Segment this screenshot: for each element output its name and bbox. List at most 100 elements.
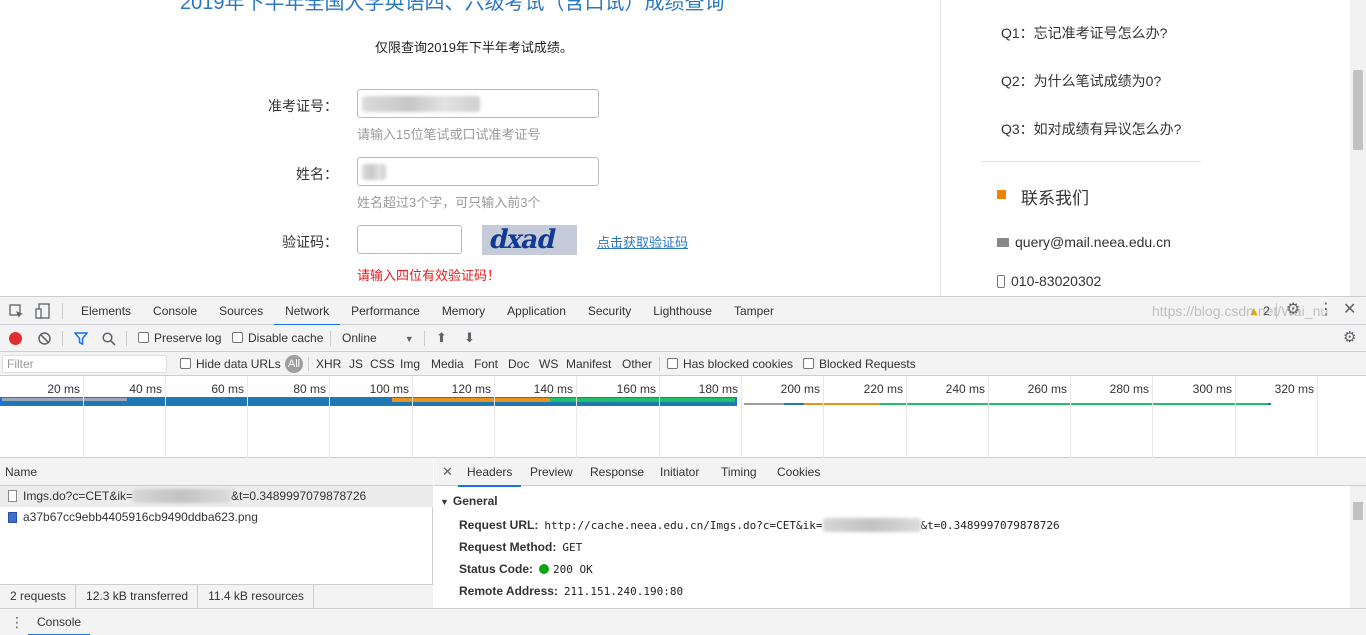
- collapse-triangle-icon: ▼: [440, 497, 449, 507]
- filter-icon[interactable]: [74, 332, 88, 345]
- filter-type-img[interactable]: Img: [400, 357, 420, 371]
- dropdown-arrow-icon: ▼: [404, 334, 414, 344]
- help-panel: Q1：忘记准考证号怎么办? Q2：为什么笔试成绩为0? Q3：如对成绩有异议怎么…: [940, 0, 1350, 296]
- tab-elements[interactable]: Elements: [70, 297, 142, 325]
- detail-scrollbar-thumb[interactable]: [1353, 502, 1363, 520]
- summary-transferred: 12.3 kB transferred: [76, 585, 199, 608]
- detail-tabbar: ✕ Headers Preview Response Initiator Tim…: [434, 458, 1366, 487]
- faq-item-3[interactable]: Q3：如对成绩有异议怎么办?: [1001, 119, 1181, 139]
- checkbox-box[interactable]: [232, 332, 243, 343]
- clear-icon[interactable]: [38, 332, 51, 345]
- captcha-input[interactable]: [357, 225, 462, 254]
- checkbox-box[interactable]: [138, 332, 149, 343]
- hide-data-urls-label: Hide data URLs: [196, 357, 281, 371]
- filter-type-font[interactable]: Font: [474, 357, 498, 371]
- ticket-input[interactable]: [357, 89, 599, 118]
- captcha-text: dxad: [486, 225, 558, 255]
- filter-type-js[interactable]: JS: [349, 357, 363, 371]
- tab-tamper[interactable]: Tamper: [723, 297, 785, 325]
- status-code-row: Status Code: 200 OK: [459, 562, 593, 576]
- record-icon[interactable]: [9, 332, 22, 345]
- timeline-tick-label: 180 ms: [698, 382, 738, 396]
- timeline-gridline: [1152, 376, 1153, 458]
- timeline-tick-label: 260 ms: [1027, 382, 1067, 396]
- timeline-overview[interactable]: 20 ms 40 ms 60 ms 80 ms 100 ms 120 ms 140 ms 16…: [0, 376, 1366, 458]
- faq-item-1[interactable]: Q1：忘记准考证号怎么办?: [1001, 23, 1167, 43]
- checkbox-box[interactable]: [180, 358, 191, 369]
- inspect-element-icon[interactable]: [9, 304, 24, 319]
- filter-type-xhr[interactable]: XHR: [316, 357, 341, 371]
- filter-type-other[interactable]: Other: [622, 357, 652, 371]
- divider: [981, 161, 1201, 162]
- request-row[interactable]: Imgs.do?c=CET&ik= &t=0.3489997079878726: [0, 486, 433, 507]
- tab-application[interactable]: Application: [496, 297, 577, 325]
- name-column-header[interactable]: Name: [0, 458, 433, 486]
- tab-lighthouse[interactable]: Lighthouse: [642, 297, 723, 325]
- captcha-image[interactable]: dxad: [482, 225, 577, 255]
- tab-console[interactable]: Console: [142, 297, 208, 325]
- throttling-select[interactable]: Online ▼: [342, 331, 414, 345]
- timeline-gridline: [576, 376, 577, 458]
- tab-memory[interactable]: Memory: [431, 297, 496, 325]
- close-devtools-icon[interactable]: ✕: [1343, 302, 1356, 318]
- page-scrollbar-thumb[interactable]: [1353, 70, 1363, 150]
- tab-initiator[interactable]: Initiator: [660, 458, 699, 486]
- tab-network[interactable]: Network: [274, 297, 341, 326]
- name-hint: 姓名超过3个字，可只输入前3个: [357, 195, 541, 210]
- drawer-menu-icon[interactable]: ⋮: [10, 615, 24, 629]
- timeline-tick-label: 140 ms: [533, 382, 573, 396]
- preserve-log-label: Preserve log: [154, 331, 222, 345]
- export-har-icon[interactable]: ⬇: [464, 331, 475, 345]
- tab-response[interactable]: Response: [590, 458, 644, 486]
- timeline-gridline: [412, 376, 413, 458]
- filter-input[interactable]: Filter: [2, 355, 167, 373]
- filter-all-button[interactable]: All: [285, 355, 303, 373]
- tab-cookies[interactable]: Cookies: [777, 458, 820, 486]
- request-row[interactable]: a37b67cc9ebb4405916cb9490ddba623.png: [0, 507, 433, 528]
- tab-headers[interactable]: Headers: [457, 458, 522, 487]
- filter-type-manifest[interactable]: Manifest: [566, 357, 611, 371]
- timeline-line-green: [880, 403, 1270, 405]
- import-har-icon[interactable]: ⬆: [436, 331, 447, 345]
- page-scrollbar[interactable]: [1350, 0, 1366, 296]
- timeline-orange-segment: [392, 398, 550, 402]
- tab-performance[interactable]: Performance: [340, 297, 431, 325]
- faq-item-2[interactable]: Q2：为什么笔试成绩为0?: [1001, 71, 1161, 91]
- name-input[interactable]: [357, 157, 599, 186]
- tab-preview[interactable]: Preview: [530, 458, 573, 486]
- filter-type-ws[interactable]: WS: [539, 357, 558, 371]
- blocked-requests-checkbox[interactable]: Blocked Requests: [803, 357, 916, 371]
- timeline-tick-label: 320 ms: [1274, 382, 1314, 396]
- tab-sources[interactable]: Sources: [208, 297, 274, 325]
- separator: [126, 331, 127, 346]
- contact-phone-row: 010-83020302: [997, 273, 1101, 289]
- general-section-header[interactable]: ▼ General: [440, 494, 498, 508]
- has-blocked-cookies-checkbox[interactable]: Has blocked cookies: [667, 357, 793, 371]
- detail-scrollbar[interactable]: [1350, 486, 1366, 608]
- timeline-gridline: [165, 376, 166, 458]
- timeline-line-gray: [744, 403, 784, 405]
- close-detail-icon[interactable]: ✕: [442, 465, 453, 479]
- filter-type-css[interactable]: CSS: [370, 357, 395, 371]
- separator: [62, 303, 63, 319]
- request-detail: ✕ Headers Preview Response Initiator Tim…: [434, 458, 1366, 608]
- filter-type-media[interactable]: Media: [431, 357, 464, 371]
- tab-security[interactable]: Security: [577, 297, 642, 325]
- disable-cache-checkbox[interactable]: Disable cache: [232, 331, 323, 345]
- network-settings-gear-icon[interactable]: ⚙: [1343, 330, 1356, 345]
- filter-bar: Filter Hide data URLs All XHR JS CSS Img…: [0, 352, 1366, 376]
- device-toolbar-icon[interactable]: [35, 303, 51, 319]
- filter-type-doc[interactable]: Doc: [508, 357, 529, 371]
- drawer-tab-console[interactable]: Console: [28, 609, 91, 635]
- hide-data-urls-checkbox[interactable]: Hide data URLs: [180, 357, 281, 371]
- get-captcha-link[interactable]: 点击获取验证码: [597, 232, 688, 251]
- remote-address-row: Remote Address: 211.151.240.190:80: [459, 584, 683, 598]
- checkbox-box[interactable]: [803, 358, 814, 369]
- tab-timing[interactable]: Timing: [721, 458, 757, 486]
- request-method-value: GET: [562, 541, 583, 554]
- search-icon[interactable]: [102, 332, 116, 346]
- preserve-log-checkbox[interactable]: Preserve log: [138, 331, 221, 345]
- checkbox-box[interactable]: [667, 358, 678, 369]
- status-ok-dot-icon: [539, 564, 550, 574]
- status-code-label: Status Code:: [459, 562, 534, 576]
